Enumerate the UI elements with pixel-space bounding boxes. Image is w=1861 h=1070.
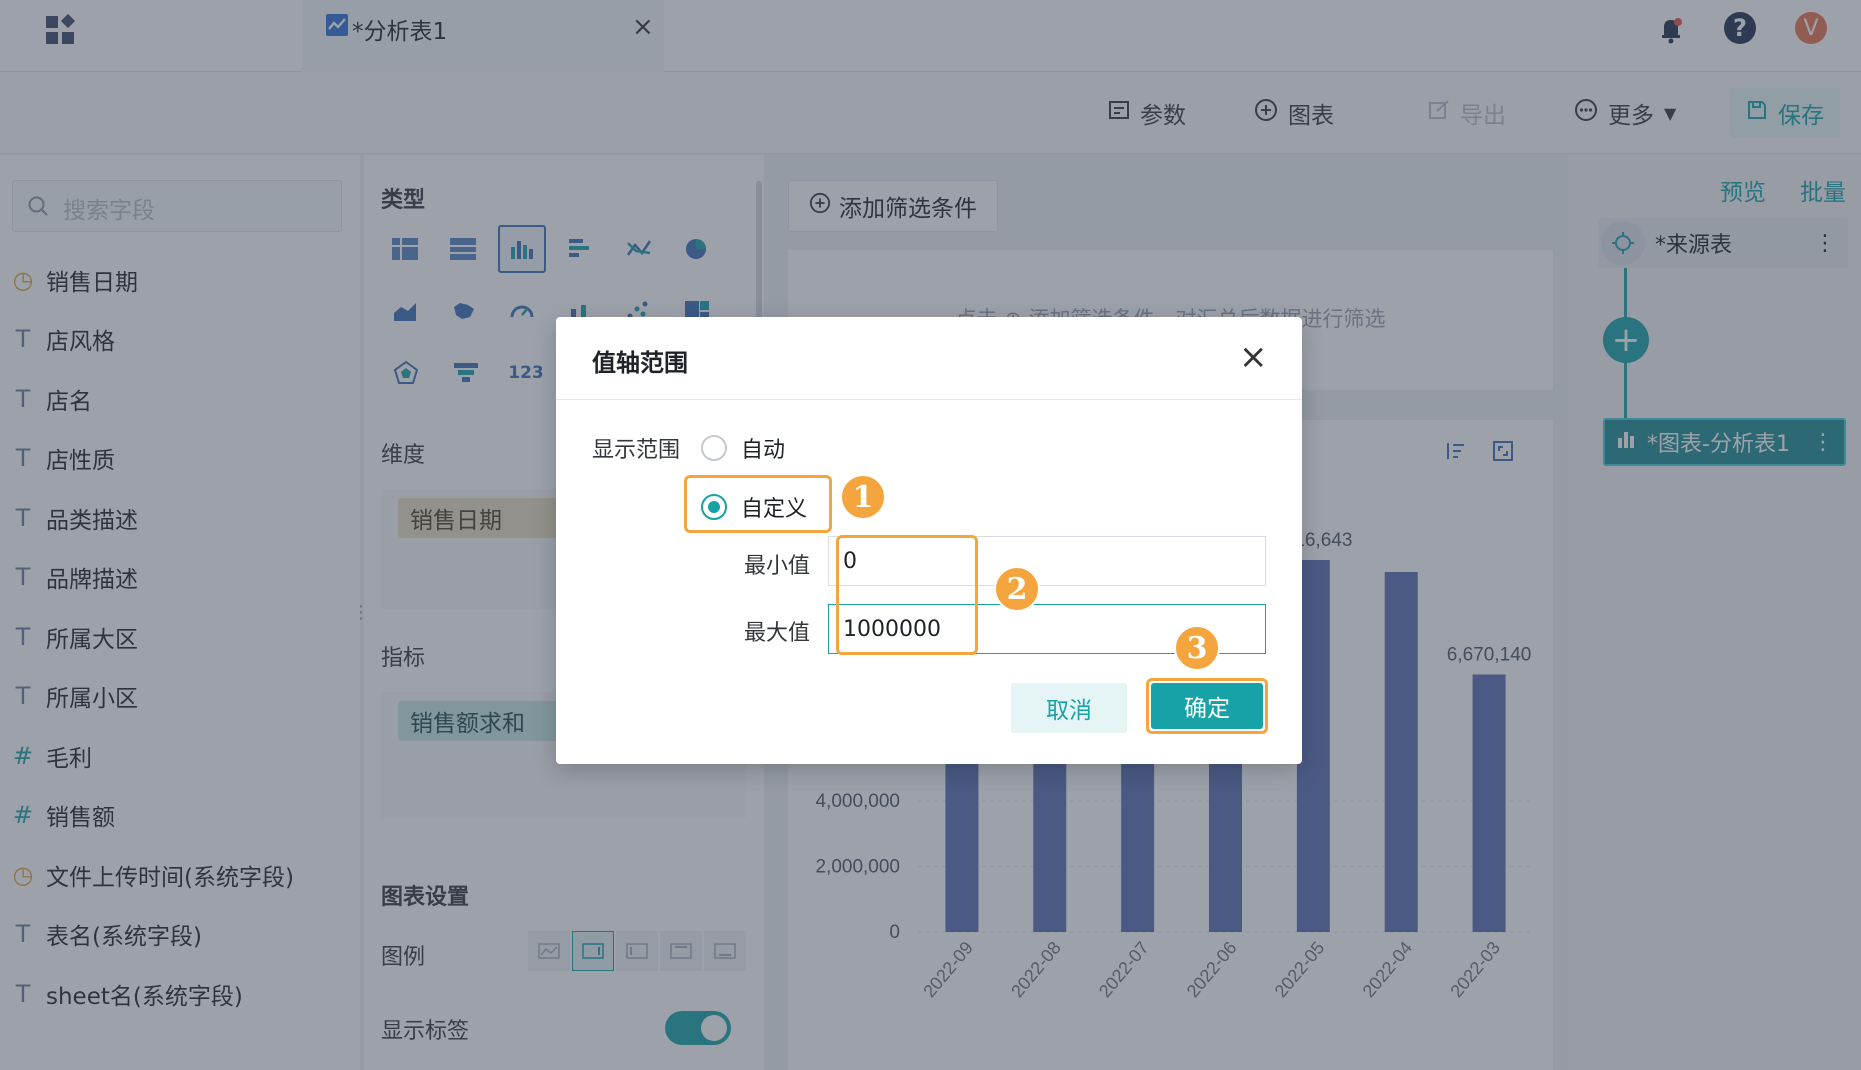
step-3-badge: 3: [1174, 625, 1220, 671]
custom-option[interactable]: 自定义: [701, 491, 807, 523]
step-2-badge: 2: [994, 566, 1040, 612]
custom-radio[interactable]: [701, 494, 727, 520]
max-label: 最大值: [744, 621, 811, 646]
step-1-badge: 1: [840, 474, 886, 520]
min-max-callout: [836, 535, 978, 655]
min-label: 最小值: [744, 554, 811, 579]
auto-radio[interactable]: [701, 435, 727, 461]
close-icon[interactable]: ×: [1239, 337, 1268, 377]
cancel-button[interactable]: 取消: [1011, 683, 1127, 733]
axis-range-dialog: 值轴范围 × 显示范围 自动 自定义 1 最小值 0 最大值 1000000 2…: [556, 317, 1302, 764]
auto-option[interactable]: 自动: [701, 432, 785, 464]
range-label: 显示范围: [592, 438, 681, 463]
confirm-button[interactable]: 确定: [1151, 683, 1263, 729]
dialog-divider: [556, 399, 1302, 400]
dialog-title: 值轴范围: [592, 349, 688, 377]
